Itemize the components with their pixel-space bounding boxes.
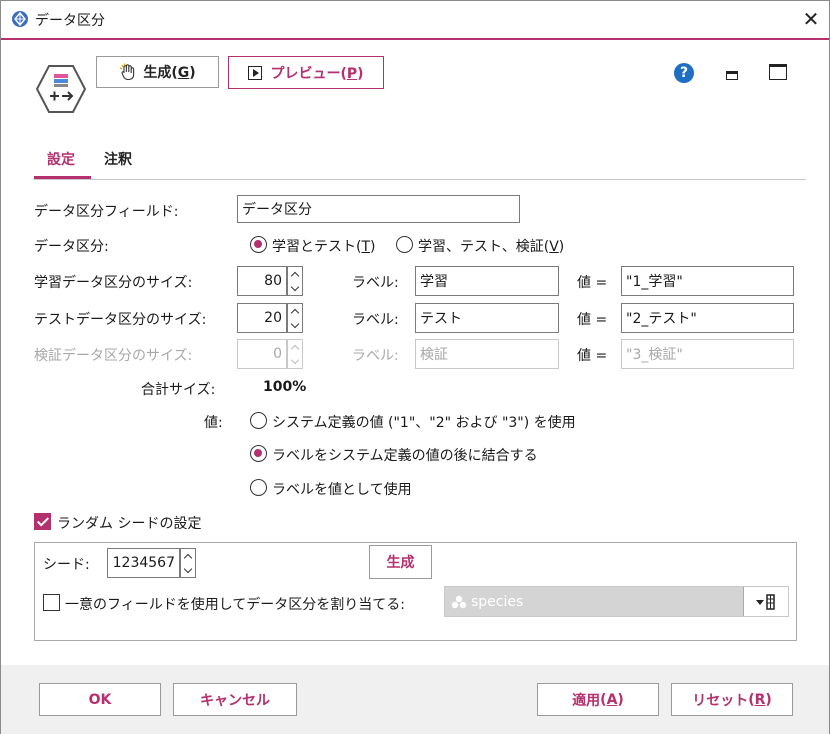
- training-value-caption: 値 =: [577, 275, 608, 291]
- radio-train-test-label: 学習とテスト(T): [272, 239, 376, 255]
- preview-key: P: [346, 65, 358, 82]
- training-size-input[interactable]: 80: [237, 266, 287, 296]
- nominal-field-icon: [451, 595, 467, 609]
- partitions-label: データ区分:: [34, 239, 109, 255]
- chevron-up-icon: [290, 271, 300, 280]
- app-icon: [12, 11, 28, 27]
- values-label: 値:: [204, 415, 223, 431]
- chevron-up-icon: [290, 308, 300, 317]
- title-accent-line: [1, 38, 829, 40]
- close-icon[interactable]: ✕: [797, 5, 825, 33]
- random-seed-label: ランダム シードの設定: [57, 516, 202, 532]
- testing-value-caption: 値 =: [577, 312, 608, 328]
- validation-value-input[interactable]: "3_検証": [621, 339, 794, 369]
- testing-size-label: テストデータ区分のサイズ:: [34, 312, 207, 328]
- seed-label: シード:: [43, 557, 90, 573]
- chevron-down-icon: [290, 319, 300, 328]
- chevron-down-icon: [183, 564, 193, 573]
- tab-separator: [34, 179, 806, 180]
- field-chooser-button[interactable]: [743, 587, 788, 616]
- radio-labels-as-values-label: ラベルを値として使用: [272, 482, 412, 498]
- training-value-input[interactable]: "1_学習": [621, 266, 794, 296]
- training-label-caption: ラベル:: [352, 275, 399, 291]
- unique-field-value: species: [471, 594, 524, 610]
- validation-value-caption: 値 =: [577, 348, 608, 364]
- training-size-stepper[interactable]: [287, 266, 303, 296]
- generate-hand-icon: [120, 63, 135, 81]
- partition-node-icon: [35, 65, 87, 113]
- radio-train-test-validate-label: 学習、テスト、検証(V): [418, 239, 565, 255]
- seed-input[interactable]: 1234567: [107, 548, 180, 578]
- random-seed-checkbox[interactable]: [34, 513, 51, 530]
- generate-button[interactable]: 生成(G): [96, 56, 219, 88]
- chevron-down-icon: [290, 355, 300, 364]
- radio-train-test-validate[interactable]: [396, 236, 413, 253]
- help-icon[interactable]: ?: [674, 63, 694, 83]
- training-size-label: 学習データ区分のサイズ:: [34, 275, 193, 291]
- partition-field-input[interactable]: データ区分: [237, 195, 520, 223]
- radio-system-values-label: システム定義の値 ("1"、"2" および "3") を使用: [272, 415, 576, 431]
- cancel-button[interactable]: キャンセル: [173, 683, 297, 716]
- ok-button[interactable]: OK: [39, 683, 161, 716]
- tab-annotations[interactable]: 注釈: [104, 149, 132, 169]
- chevron-down-icon: [290, 282, 300, 291]
- seed-generate-button[interactable]: 生成: [369, 545, 432, 579]
- radio-train-test[interactable]: [250, 236, 267, 253]
- title-bar: [1, 1, 829, 37]
- unique-field-select[interactable]: species: [444, 586, 789, 617]
- validation-label-caption: ラベル:: [352, 348, 399, 364]
- radio-append-labels-label: ラベルをシステム定義の値の後に結合する: [272, 448, 538, 464]
- maximize-icon[interactable]: [769, 64, 787, 80]
- testing-size-input[interactable]: 20: [237, 303, 287, 333]
- validation-size-stepper[interactable]: [287, 339, 303, 369]
- total-size-value: 100%: [263, 379, 307, 395]
- validation-size-label: 検証データ区分のサイズ:: [34, 348, 193, 364]
- field-chooser-icon: [756, 593, 775, 610]
- seed-stepper[interactable]: [180, 548, 196, 578]
- testing-label-caption: ラベル:: [352, 312, 399, 328]
- training-label-input[interactable]: 学習: [415, 266, 559, 296]
- chevron-up-icon: [290, 344, 300, 353]
- testing-size-stepper[interactable]: [287, 303, 303, 333]
- tab-settings[interactable]: 設定: [47, 149, 75, 169]
- unique-field-label: 一意のフィールドを使用してデータ区分を割り当てる:: [65, 597, 406, 613]
- testing-label-input[interactable]: テスト: [415, 303, 559, 333]
- radio-append-labels[interactable]: [250, 445, 267, 462]
- total-size-label: 合計サイズ:: [141, 382, 216, 398]
- unique-field-checkbox[interactable]: [43, 594, 60, 611]
- partition-field-label: データ区分フィールド:: [34, 204, 179, 220]
- generate-label: 生成: [143, 65, 172, 81]
- play-icon: [248, 65, 263, 80]
- preview-button[interactable]: プレビュー(P): [228, 56, 384, 89]
- minimize-icon[interactable]: [726, 71, 738, 80]
- window-title: データ区分: [35, 13, 105, 29]
- preview-label: プレビュー: [270, 65, 341, 82]
- reset-button[interactable]: リセット(R): [671, 683, 793, 716]
- testing-value-input[interactable]: "2_テスト": [621, 303, 794, 333]
- validation-size-input[interactable]: 0: [237, 339, 287, 369]
- generate-key: G: [177, 65, 190, 81]
- apply-button[interactable]: 適用(A): [537, 683, 659, 716]
- radio-labels-as-values[interactable]: [250, 479, 267, 496]
- chevron-up-icon: [183, 553, 193, 562]
- radio-system-values[interactable]: [250, 412, 267, 429]
- dialog-window: データ区分 ✕ 生成(G) プレビュー(P) ? 設定 注釈 データ区分フィール…: [0, 0, 830, 734]
- validation-label-input[interactable]: 検証: [415, 339, 559, 369]
